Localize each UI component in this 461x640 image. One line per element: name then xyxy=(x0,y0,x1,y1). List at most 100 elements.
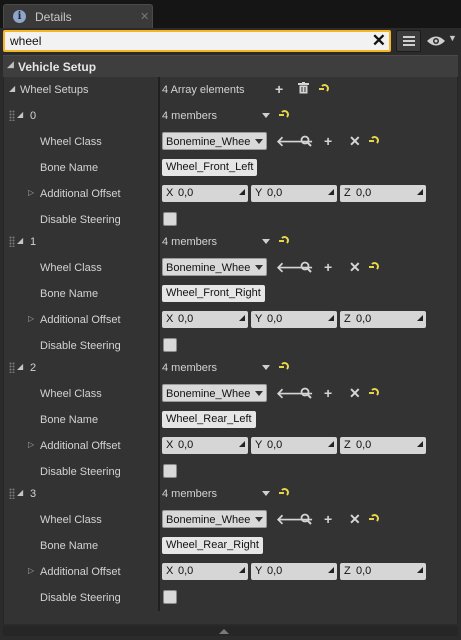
resize-grip-icon[interactable] xyxy=(417,567,423,573)
disable-steering-checkbox[interactable] xyxy=(163,338,177,352)
offset-z-field[interactable]: Z 0,0 xyxy=(340,185,426,202)
resize-grip-icon[interactable] xyxy=(417,189,423,195)
bone-name-field[interactable]: Wheel_Front_Right xyxy=(162,285,265,302)
reset-to-default-icon[interactable] xyxy=(279,487,289,497)
resize-grip-icon[interactable] xyxy=(328,189,334,195)
resize-grip-icon[interactable] xyxy=(328,315,334,321)
offset-x-field[interactable]: X 0,0 xyxy=(162,311,248,328)
disable-steering-checkbox[interactable] xyxy=(163,212,177,226)
drag-handle-icon[interactable] xyxy=(9,110,15,121)
resize-grip-icon[interactable] xyxy=(328,441,334,447)
tab-details[interactable]: i Details ✕ xyxy=(3,4,153,29)
resize-grip-icon[interactable] xyxy=(239,315,245,321)
category-vehicle-setup[interactable]: ◢ Vehicle Setup xyxy=(3,55,458,77)
add-element-icon[interactable]: + xyxy=(275,81,283,97)
expand-arrow-icon[interactable]: ▷ xyxy=(28,566,34,575)
resize-grip-icon[interactable] xyxy=(417,441,423,447)
reset-to-default-icon[interactable] xyxy=(279,109,289,119)
offset-z-field[interactable]: Z 0,0 xyxy=(340,311,426,328)
drag-handle-icon[interactable] xyxy=(9,362,15,373)
search-input[interactable]: wheel ✕ xyxy=(3,30,391,52)
offset-z-field[interactable]: Z 0,0 xyxy=(340,563,426,580)
reset-to-default-icon[interactable] xyxy=(279,235,289,245)
browse-search-icon[interactable] xyxy=(300,135,312,147)
array-element-row: ◢ 1 4 members xyxy=(4,229,459,255)
chevron-down-icon[interactable] xyxy=(262,113,270,118)
wheel-class-dropdown[interactable]: Bonemine_Wheel xyxy=(162,132,267,150)
array-element-row: ◢ 3 4 members xyxy=(4,481,459,507)
clear-search-icon[interactable]: ✕ xyxy=(372,31,386,51)
reset-to-default-icon[interactable] xyxy=(279,361,289,371)
wheel-class-dropdown[interactable]: Bonemine_Wheel xyxy=(162,510,267,528)
offset-z-value: 0,0 xyxy=(356,187,372,199)
list-view-icon xyxy=(403,36,415,47)
wheel-class-label: Wheel Class xyxy=(40,514,102,526)
offset-z-field[interactable]: Z 0,0 xyxy=(340,437,426,454)
list-view-button[interactable] xyxy=(396,30,421,52)
chevron-down-icon[interactable] xyxy=(262,491,270,496)
chevron-down-icon[interactable] xyxy=(262,239,270,244)
bone-name-field[interactable]: Wheel_Rear_Right xyxy=(162,537,263,554)
add-new-icon[interactable]: + xyxy=(324,385,332,401)
offset-x-field[interactable]: X 0,0 xyxy=(162,185,248,202)
clear-icon[interactable]: ✕ xyxy=(349,385,361,401)
collapse-arrow-icon[interactable]: ◢ xyxy=(17,362,23,371)
additional-offset-row: ▷ Additional Offset X 0,0 Y 0,0 Z 0,0 xyxy=(4,307,459,333)
collapse-arrow-icon[interactable]: ◢ xyxy=(9,84,15,93)
browse-search-icon[interactable] xyxy=(300,261,312,273)
browse-search-icon[interactable] xyxy=(300,513,312,525)
collapse-arrow-icon[interactable]: ◢ xyxy=(17,110,23,119)
wheel-class-dropdown[interactable]: Bonemine_Wheel xyxy=(162,384,267,402)
resize-grip-icon[interactable] xyxy=(239,567,245,573)
offset-y-field[interactable]: Y 0,0 xyxy=(251,185,337,202)
close-icon[interactable]: ✕ xyxy=(140,10,149,23)
browse-search-icon[interactable] xyxy=(300,387,312,399)
offset-y-field[interactable]: Y 0,0 xyxy=(251,563,337,580)
expand-arrow-icon[interactable]: ▷ xyxy=(28,188,34,197)
offset-x-field[interactable]: X 0,0 xyxy=(162,437,248,454)
expand-arrow-icon[interactable]: ▷ xyxy=(28,314,34,323)
additional-offset-row: ▷ Additional Offset X 0,0 Y 0,0 Z 0,0 xyxy=(4,433,459,459)
reset-to-default-icon[interactable] xyxy=(319,83,329,93)
search-value: wheel xyxy=(10,34,42,48)
drag-handle-icon[interactable] xyxy=(9,236,15,247)
array-count: 4 Array elements xyxy=(162,84,245,96)
wheel-class-row: Wheel Class Bonemine_Wheel 🡐 + ✕ xyxy=(4,129,459,155)
clear-icon[interactable]: ✕ xyxy=(349,259,361,275)
expand-arrow-icon[interactable]: ▷ xyxy=(28,440,34,449)
visibility-button[interactable]: ▼ xyxy=(424,30,458,52)
offset-z-value: 0,0 xyxy=(356,313,372,325)
bone-name-label: Bone Name xyxy=(40,288,99,300)
resize-grip-icon[interactable] xyxy=(328,567,334,573)
resize-grip-icon[interactable] xyxy=(239,189,245,195)
resize-footer[interactable] xyxy=(3,626,458,636)
collapse-arrow-icon[interactable]: ◢ xyxy=(7,59,14,70)
add-new-icon[interactable]: + xyxy=(324,511,332,527)
resize-handle-icon[interactable] xyxy=(219,629,229,634)
trash-icon[interactable] xyxy=(298,82,309,94)
reset-to-default-icon[interactable] xyxy=(369,387,379,397)
reset-to-default-icon[interactable] xyxy=(369,261,379,271)
offset-x-field[interactable]: X 0,0 xyxy=(162,563,248,580)
wheel-class-dropdown[interactable]: Bonemine_Wheel xyxy=(162,258,267,276)
clear-icon[interactable]: ✕ xyxy=(349,511,361,527)
reset-to-default-icon[interactable] xyxy=(369,135,379,145)
add-new-icon[interactable]: + xyxy=(324,133,332,149)
resize-grip-icon[interactable] xyxy=(417,315,423,321)
disable-steering-checkbox[interactable] xyxy=(163,464,177,478)
offset-y-field[interactable]: Y 0,0 xyxy=(251,437,337,454)
collapse-arrow-icon[interactable]: ◢ xyxy=(17,488,23,497)
x-axis-label: X xyxy=(166,439,174,451)
reset-to-default-icon[interactable] xyxy=(369,513,379,523)
chevron-down-icon[interactable] xyxy=(262,365,270,370)
collapse-arrow-icon[interactable]: ◢ xyxy=(17,236,23,245)
bone-name-field[interactable]: Wheel_Rear_Left xyxy=(162,411,256,428)
add-new-icon[interactable]: + xyxy=(324,259,332,275)
resize-grip-icon[interactable] xyxy=(239,441,245,447)
clear-icon[interactable]: ✕ xyxy=(349,133,361,149)
bone-name-field[interactable]: Wheel_Front_Left xyxy=(162,159,258,176)
disable-steering-checkbox[interactable] xyxy=(163,590,177,604)
offset-z-value: 0,0 xyxy=(356,565,372,577)
offset-y-field[interactable]: Y 0,0 xyxy=(251,311,337,328)
drag-handle-icon[interactable] xyxy=(9,488,15,499)
